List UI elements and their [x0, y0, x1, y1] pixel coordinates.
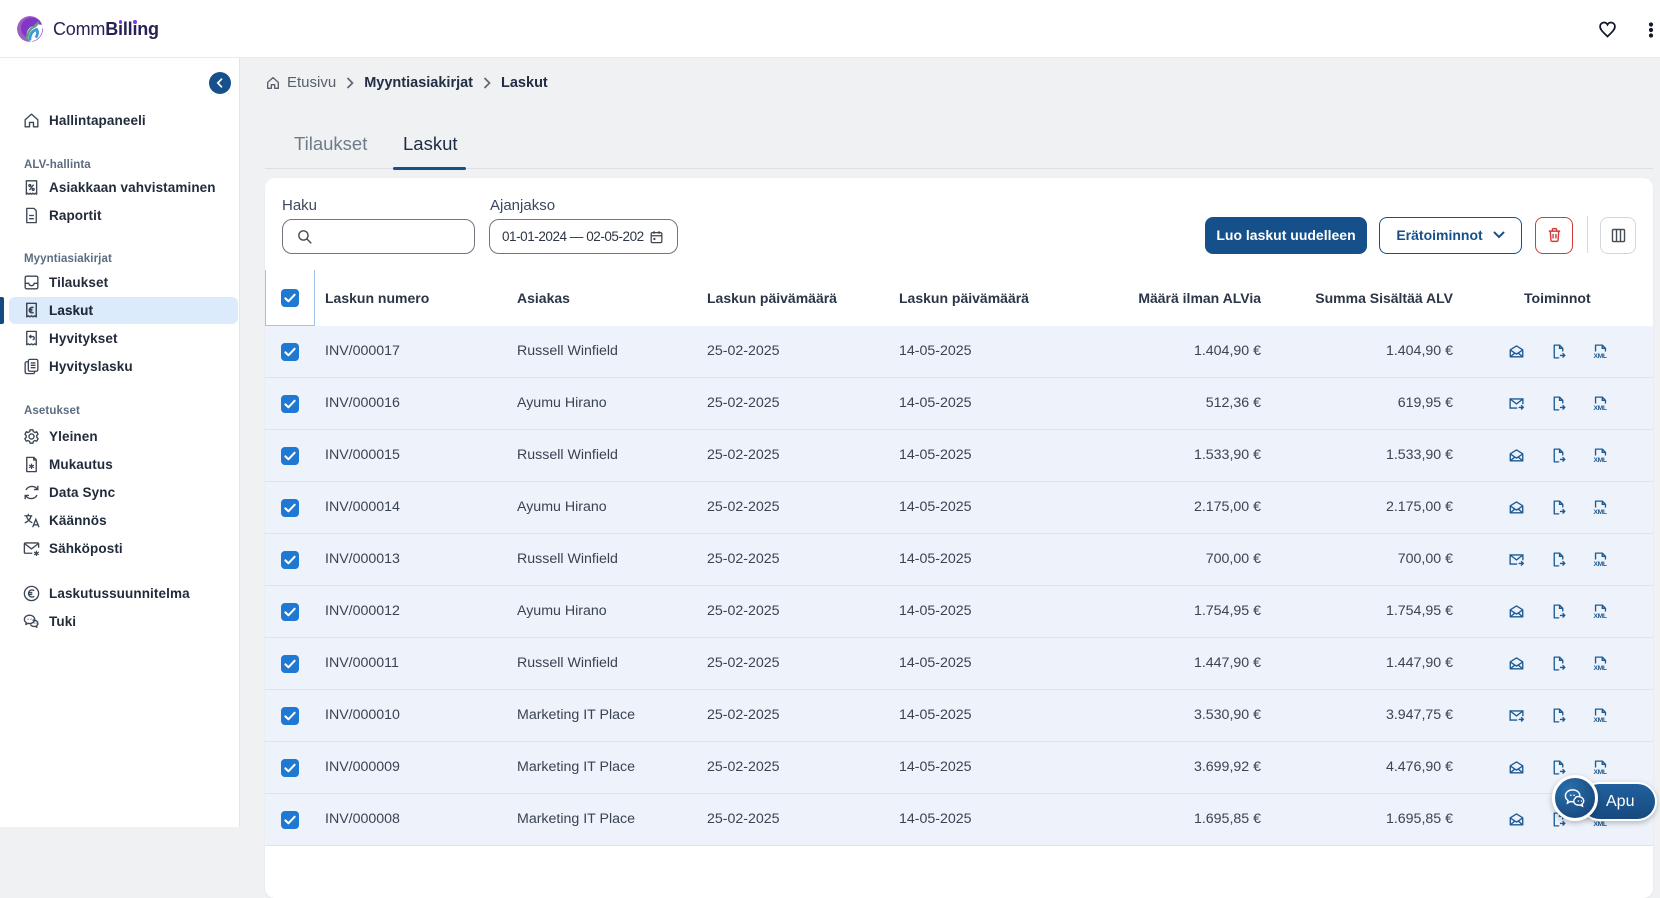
- svg-text:XML: XML: [1594, 353, 1607, 360]
- svg-text:XML: XML: [1594, 665, 1607, 672]
- svg-text:XML: XML: [1594, 769, 1607, 776]
- svg-text:XML: XML: [1594, 561, 1607, 568]
- svg-text:XML: XML: [1594, 405, 1607, 412]
- svg-text:XML: XML: [1594, 457, 1607, 464]
- svg-text:XML: XML: [1594, 509, 1607, 516]
- svg-text:XML: XML: [1594, 717, 1607, 724]
- svg-text:XML: XML: [1594, 821, 1607, 828]
- svg-text:XML: XML: [1594, 613, 1607, 620]
